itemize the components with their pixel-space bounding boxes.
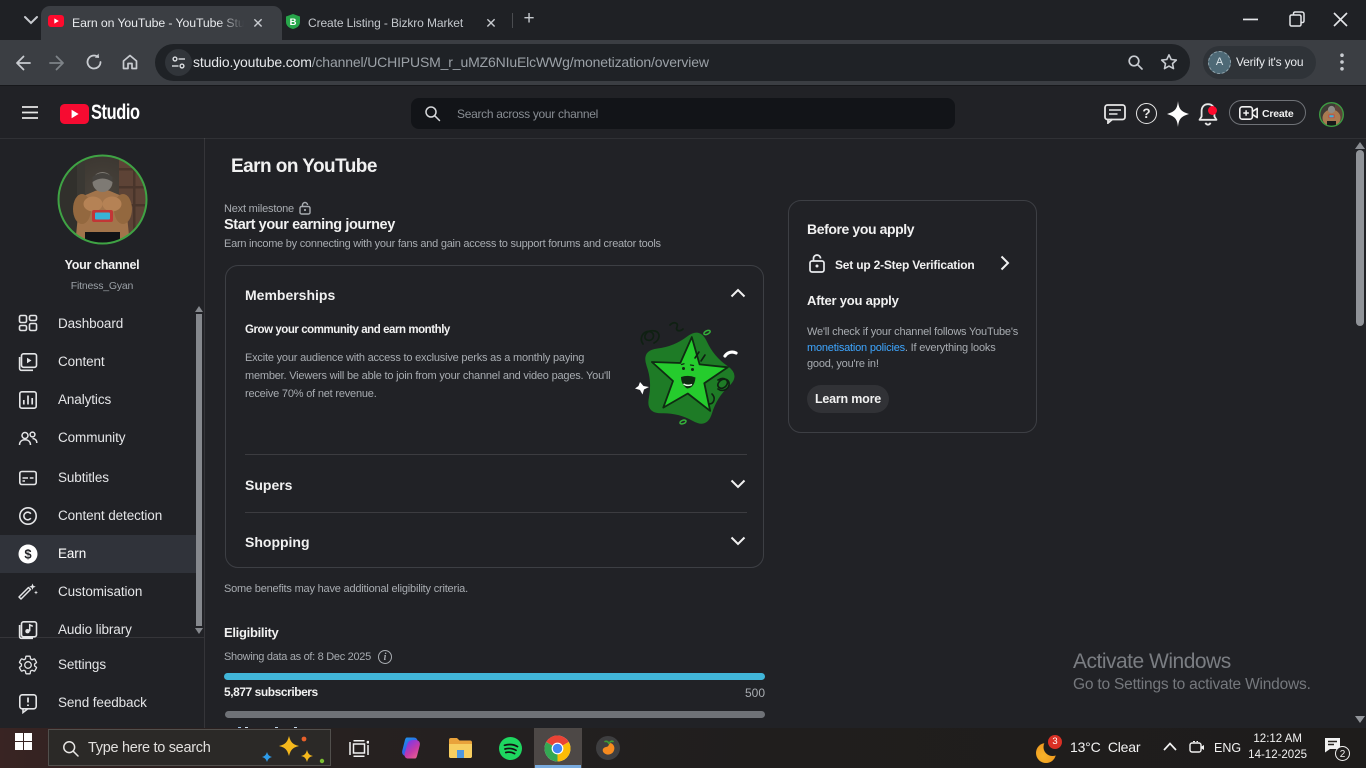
svg-text:B: B <box>290 17 297 28</box>
svg-text:$: $ <box>24 547 32 562</box>
